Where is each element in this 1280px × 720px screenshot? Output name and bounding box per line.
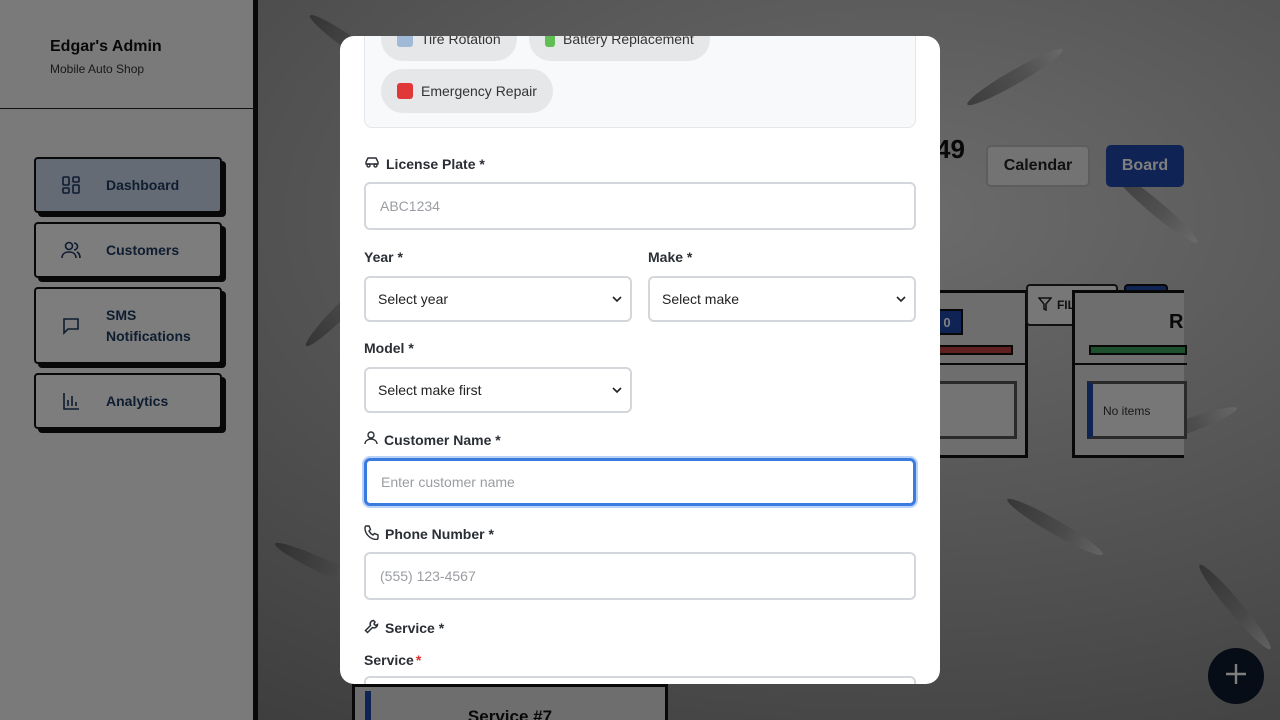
year-label: Year *	[364, 249, 403, 265]
customer-name-placeholder: Enter customer name	[381, 474, 515, 490]
chip-label: Tire Rotation	[421, 36, 501, 47]
phone-icon	[364, 525, 379, 543]
service-field-label-text: Service	[364, 652, 414, 668]
chevron-down-icon	[896, 296, 906, 303]
chevron-down-icon	[612, 387, 622, 394]
siren-icon	[397, 83, 413, 99]
wrench-icon	[364, 619, 379, 637]
phone-number-label: Phone Number *	[364, 525, 494, 543]
service-section-label: Service *	[364, 619, 444, 637]
car-icon	[364, 155, 380, 172]
service-field-label: Service *	[364, 652, 421, 668]
make-label: Make *	[648, 249, 693, 265]
customer-name-input[interactable]: Enter customer name	[364, 458, 916, 506]
service-chip-battery-replacement[interactable]: Battery Replacement	[529, 36, 710, 61]
new-appointment-modal: Tire Rotation Battery Replacement Emerge…	[340, 36, 940, 684]
battery-icon	[545, 36, 555, 47]
service-chip-tire-rotation[interactable]: Tire Rotation	[381, 36, 517, 61]
service-chip-emergency-repair[interactable]: Emergency Repair	[381, 69, 553, 113]
license-plate-input[interactable]: ABC1234	[364, 182, 916, 230]
chip-label: Battery Replacement	[563, 36, 694, 47]
chevron-down-icon	[612, 296, 622, 303]
make-select-value: Select make	[662, 291, 740, 307]
phone-number-input[interactable]: (555) 123-4567	[364, 552, 916, 600]
service-chips-panel: Tire Rotation Battery Replacement Emerge…	[364, 36, 916, 128]
customer-name-label: Customer Name *	[364, 431, 501, 448]
phone-number-placeholder: (555) 123-4567	[380, 568, 476, 584]
license-plate-label: License Plate *	[364, 155, 485, 172]
tire-icon	[397, 36, 413, 47]
year-select-value: Select year	[378, 291, 449, 307]
chip-label: Emergency Repair	[421, 83, 537, 99]
service-select[interactable]	[364, 676, 916, 684]
model-label: Model *	[364, 340, 414, 356]
license-plate-placeholder: ABC1234	[380, 198, 440, 214]
make-select[interactable]: Select make	[648, 276, 916, 322]
model-select-value: Select make first	[378, 382, 482, 398]
required-asterisk: *	[415, 652, 422, 668]
model-select[interactable]: Select make first	[364, 367, 632, 413]
user-icon	[364, 431, 378, 448]
year-select[interactable]: Select year	[364, 276, 632, 322]
